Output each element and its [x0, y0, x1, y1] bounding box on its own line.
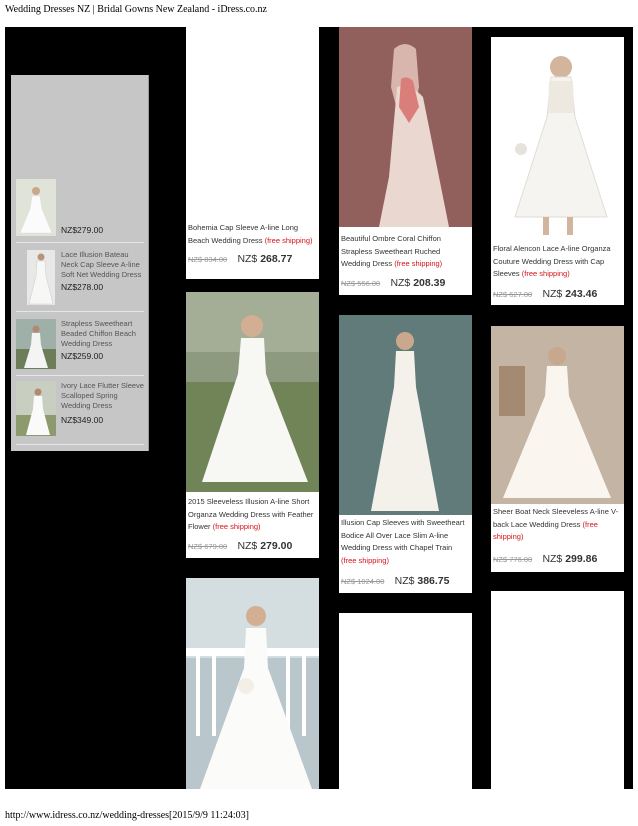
- sidebar-divider: [16, 311, 144, 312]
- sidebar-item-price: NZ$259.00: [61, 351, 104, 361]
- dress-thumbnail[interactable]: [16, 179, 56, 236]
- price-value: 386.75: [417, 575, 450, 587]
- product-prices: NZ$ 556.00 NZ$ 208.39: [341, 277, 445, 289]
- free-shipping-tag: (free shipping): [341, 555, 389, 565]
- product-name[interactable]: Sheer Boat Neck Sleeveless A-line V-back…: [493, 506, 621, 544]
- product-image[interactable]: [186, 27, 319, 217]
- product-prices: NZ$ 1024.00 NZ$ 386.75: [341, 575, 450, 587]
- sidebar-item-price: NZ$279.00: [61, 225, 104, 235]
- product-card[interactable]: Illusion Cap Sleeves with Sweetheart Bod…: [339, 315, 472, 593]
- sidebar-item-title[interactable]: Ivory Lace Flutter Sleeve Scalloped Spri…: [61, 381, 147, 411]
- sale-price: NZ$ 386.75: [395, 575, 450, 587]
- sidebar-divider: [16, 242, 144, 243]
- product-card[interactable]: Floral Alencon Lace A-line Organza Coutu…: [491, 37, 624, 305]
- sidebar-item-price: NZ$349.00: [61, 415, 104, 425]
- product-prices: NZ$ 679.00 NZ$ 279.00: [188, 540, 292, 552]
- sale-price: NZ$ 268.77: [237, 253, 292, 265]
- product-image[interactable]: [339, 315, 472, 515]
- free-shipping-tag: (free shipping): [521, 269, 570, 278]
- free-shipping-tag: (free shipping): [212, 522, 261, 531]
- dress-thumbnail[interactable]: [16, 381, 56, 436]
- price-value: 208.39: [413, 277, 446, 289]
- dress-thumbnail[interactable]: [27, 250, 55, 305]
- product-image[interactable]: [339, 27, 472, 227]
- free-shipping-tag: (free shipping): [394, 259, 443, 268]
- sidebar-item-title[interactable]: Strapless Sweetheart Beaded Chiffon Beac…: [61, 319, 147, 349]
- currency: NZ$: [542, 553, 563, 565]
- product-image[interactable]: [491, 326, 624, 504]
- product-image[interactable]: [186, 578, 319, 789]
- product-name[interactable]: 2015 Sleeveless Illusion A-line Short Or…: [188, 496, 316, 534]
- price-value: 299.86: [565, 553, 598, 565]
- product-prices: NZ$ 776.00 NZ$ 299.86: [493, 553, 597, 565]
- sale-price: NZ$ 279.00: [237, 540, 292, 552]
- original-price: NZ$ 679.00: [188, 542, 228, 551]
- currency: NZ$: [542, 288, 563, 300]
- currency: NZ$: [237, 540, 258, 552]
- product-title[interactable]: Sheer Boat Neck Sleeveless A-line V-back…: [493, 507, 618, 529]
- product-card-placeholder: [339, 613, 472, 789]
- product-prices: NZ$ 627.00 NZ$ 243.46: [493, 288, 597, 300]
- product-card[interactable]: Beautiful Ombre Coral Chiffon Strapless …: [339, 27, 472, 295]
- original-price: NZ$ 627.00: [493, 290, 533, 299]
- sale-price: NZ$ 208.39: [390, 277, 445, 289]
- price-value: 279.00: [260, 540, 293, 552]
- print-footer: http://www.idress.co.nz/wedding-dresses[…: [5, 810, 249, 821]
- product-name[interactable]: Floral Alencon Lace A-line Organza Coutu…: [493, 243, 621, 281]
- original-price: NZ$ 834.00: [188, 255, 228, 264]
- product-name[interactable]: Bohemia Cap Sleeve A-line Long Beach Wed…: [188, 222, 316, 247]
- sale-price: NZ$ 299.86: [542, 553, 597, 565]
- sidebar-divider: [16, 444, 144, 445]
- product-card-placeholder: [491, 591, 624, 789]
- product-card[interactable]: 2015 Sleeveless Illusion A-line Short Or…: [186, 292, 319, 558]
- currency: NZ$: [237, 253, 258, 265]
- currency: NZ$: [390, 277, 411, 289]
- sale-price: NZ$ 243.46: [542, 288, 597, 300]
- sidebar-item-price: NZ$278.00: [61, 282, 104, 292]
- sidebar-product-list: NZ$279.00 Lace Illusion Bateau Neck Cap …: [11, 75, 149, 451]
- product-prices: NZ$ 834.00 NZ$ 268.77: [188, 253, 292, 265]
- product-name[interactable]: Illusion Cap Sleeves with Sweetheart Bod…: [341, 517, 469, 567]
- original-price: NZ$ 776.00: [493, 555, 533, 564]
- product-name[interactable]: Beautiful Ombre Coral Chiffon Strapless …: [341, 233, 469, 271]
- sidebar-divider: [16, 375, 144, 376]
- product-card[interactable]: Sheer Boat Neck Sleeveless A-line V-back…: [491, 326, 624, 572]
- free-shipping-tag: (free shipping): [264, 235, 313, 245]
- product-card[interactable]: Bohemia Cap Sleeve A-line Long Beach Wed…: [186, 27, 319, 279]
- currency: NZ$: [394, 575, 415, 587]
- price-value: 243.46: [565, 288, 598, 300]
- product-image[interactable]: [491, 37, 624, 237]
- print-header: Wedding Dresses NZ | Bridal Gowns New Ze…: [5, 4, 267, 15]
- product-title[interactable]: Illusion Cap Sleeves with Sweetheart Bod…: [341, 518, 464, 552]
- dress-thumbnail[interactable]: [16, 319, 56, 369]
- price-value: 268.77: [260, 253, 293, 265]
- original-price: NZ$ 556.00: [341, 279, 381, 288]
- product-card[interactable]: [186, 578, 319, 789]
- product-image[interactable]: [186, 292, 319, 492]
- original-price: NZ$ 1024.00: [341, 577, 385, 586]
- sidebar-item-title[interactable]: Lace Illusion Bateau Neck Cap Sleeve A-l…: [61, 250, 147, 280]
